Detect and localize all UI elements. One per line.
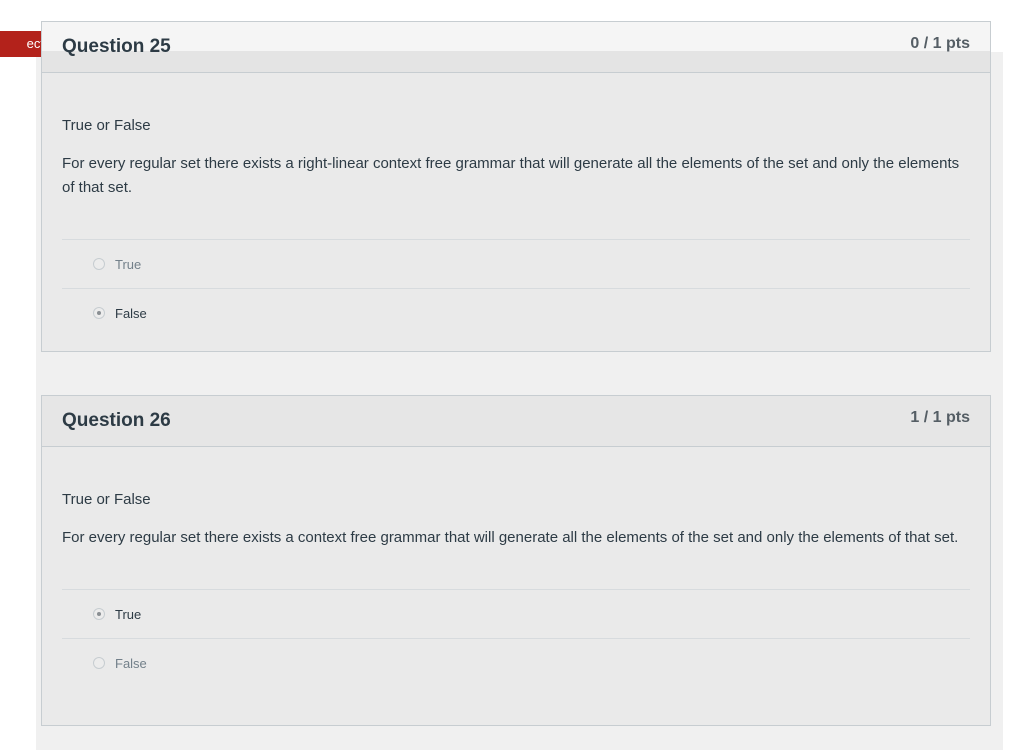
question-title: Question 25 [62,36,171,57]
question-type: True or False [62,491,151,508]
question-26: Question 26 1 / 1 pts True or False For … [41,395,991,726]
question-text: For every regular set there exists a rig… [62,155,960,196]
answer-option-true[interactable]: True [62,590,970,639]
answer-option-false[interactable]: False [62,639,970,688]
answer-option-false[interactable]: False [62,289,970,338]
question-title: Question 26 [62,410,171,431]
question-type: True or False [62,117,151,134]
radio-unchecked-icon[interactable] [93,657,105,669]
answer-label: False [115,656,147,671]
question-body: True or False For every regular set ther… [42,490,990,688]
quiz-results-page: ect Question 25 0 / 1 pts True or False … [0,0,1026,750]
question-body: True or False For every regular set ther… [42,116,990,338]
answer-label: True [115,257,142,272]
question-text: For every regular set there exists a con… [62,529,959,546]
question-points: 1 / 1 pts [910,409,970,426]
radio-unchecked-icon[interactable] [93,258,105,270]
question-points: 0 / 1 pts [910,35,970,52]
radio-checked-icon[interactable] [93,608,105,620]
question-header: Question 25 0 / 1 pts [42,22,990,73]
answer-label: False [115,306,147,321]
question-25: Question 25 0 / 1 pts True or False For … [41,21,991,352]
answer-label: True [115,607,142,622]
answer-list: True False [62,239,970,338]
answer-list: True False [62,589,970,688]
question-header: Question 26 1 / 1 pts [42,396,990,447]
radio-checked-icon[interactable] [93,307,105,319]
answer-option-true[interactable]: True [62,240,970,289]
